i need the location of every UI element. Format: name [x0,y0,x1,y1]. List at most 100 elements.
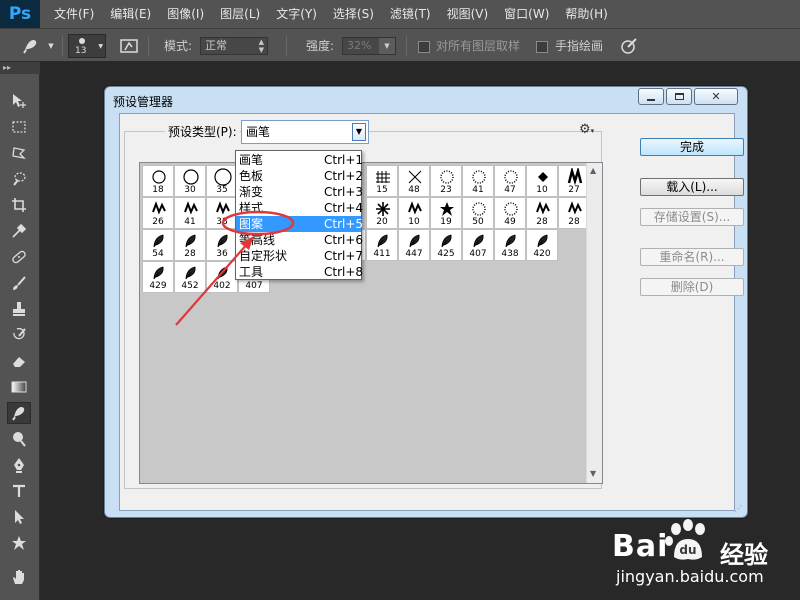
pen-tool-icon[interactable] [7,454,31,476]
move-tool-icon[interactable] [7,90,31,112]
scroll-down-icon[interactable]: ▼ [590,469,596,478]
strength-value: 32% [347,39,372,52]
chevron-down-icon[interactable]: ▼ [352,123,366,141]
smudge-tool-icon[interactable] [7,402,31,424]
menu-select[interactable]: 选择(S) [325,0,382,28]
mode-select[interactable]: 正常 ▲ ▼ [200,37,268,55]
preset-type-select[interactable]: 画笔 ▼ [241,120,369,144]
brush-size-label: 28 [184,249,196,259]
brush-preset-cell[interactable]: 47 [494,165,526,197]
brush-preset-cell[interactable]: 425 [430,229,462,261]
vertical-scrollbar[interactable]: ▲ ▼ [586,163,602,483]
strength-input[interactable]: 32% ▼ [342,37,396,55]
custom-shape-tool-icon[interactable] [7,532,31,554]
brush-tip-icon [152,201,166,215]
dodge-tool-icon[interactable] [7,428,31,450]
brush-preset-cell[interactable]: 48 [398,165,430,197]
eyedropper-tool-icon[interactable] [7,220,31,242]
brush-preset-cell[interactable]: 50 [462,197,494,229]
brush-preset-cell[interactable]: 28 [174,229,206,261]
brush-preset-cell[interactable]: 420 [526,229,558,261]
menu-file[interactable]: 文件(F) [46,0,102,28]
dropdown-item-gradients[interactable]: 渐变 Ctrl+3 [236,184,363,200]
maximize-button[interactable] [666,88,692,105]
brush-preset-cell[interactable]: 36 [206,229,238,261]
marquee-tool-icon[interactable] [7,116,31,138]
type-tool-icon[interactable] [7,480,31,502]
save-set-button[interactable]: 存储设置(S)... [640,208,744,226]
brush-preset-cell[interactable]: 38 [206,197,238,229]
brush-preset-cell[interactable]: 18 [142,165,174,197]
brush-preset-cell[interactable]: 20 [366,197,398,229]
brush-size-label: 429 [149,281,167,291]
brush-panel-icon[interactable] [118,37,140,55]
menu-window[interactable]: 窗口(W) [496,0,557,28]
minimize-button[interactable] [638,88,664,105]
brush-preset-cell[interactable]: 49 [494,197,526,229]
brush-preset-cell[interactable]: 402 [206,261,238,293]
brush-preset-cell[interactable]: 411 [366,229,398,261]
brush-preset-cell[interactable]: 41 [462,165,494,197]
history-brush-tool-icon[interactable] [7,324,31,346]
brush-preset-cell[interactable]: 28 [526,197,558,229]
delete-button[interactable]: 删除(D) [640,278,744,296]
dropdown-item-label: 色板 [239,169,264,183]
dropdown-item-custom-shapes[interactable]: 自定形状 Ctrl+7 [236,248,363,264]
brush-preset-cell[interactable]: 447 [398,229,430,261]
load-button[interactable]: 载入(L)... [640,178,744,196]
menu-type[interactable]: 文字(Y) [268,0,325,28]
brush-preset-cell[interactable]: 23 [430,165,462,197]
gear-icon[interactable]: ⚙▾ [579,122,599,138]
brush-preset-cell[interactable]: 429 [142,261,174,293]
menu-edit[interactable]: 编辑(E) [102,0,159,28]
dropdown-item-contours[interactable]: 等高线 Ctrl+6 [236,232,363,248]
hand-tool-icon[interactable] [7,566,31,588]
menu-view[interactable]: 视图(V) [439,0,497,28]
brush-preset-list[interactable]: 18 30 35 15 48 23 41 47 10 27 26 41 38 20 10 19 50 49 28 28… [139,162,603,484]
quick-select-tool-icon[interactable] [7,168,31,190]
done-button[interactable]: 完成 [640,138,744,156]
brush-preset-cell[interactable]: 54 [142,229,174,261]
brush-preset-cell[interactable]: 407 [462,229,494,261]
dropdown-item-styles[interactable]: 样式 Ctrl+4 [236,200,363,216]
menu-image[interactable]: 图像(I) [159,0,212,28]
dropdown-item-tools[interactable]: 工具 Ctrl+8 [236,264,363,280]
crop-tool-icon[interactable] [7,194,31,216]
menu-filter[interactable]: 滤镜(T) [382,0,439,28]
path-selection-tool-icon[interactable] [7,506,31,528]
smudge-tool-preset-icon[interactable] [18,36,44,56]
lasso-tool-icon[interactable] [7,142,31,164]
brush-size-picker[interactable]: 13 ▼ [68,34,106,58]
brush-preset-cell[interactable]: 10 [398,197,430,229]
menu-layer[interactable]: 图层(L) [212,0,268,28]
dropdown-item-brushes[interactable]: 画笔 Ctrl+1 [236,152,363,168]
gradient-tool-icon[interactable] [7,376,31,398]
brush-tip-icon [408,201,422,215]
healing-brush-tool-icon[interactable] [7,246,31,268]
resize-grip-icon[interactable]: ⋰ [734,504,744,514]
pressure-pen-icon[interactable] [618,36,640,56]
rename-button[interactable]: 重命名(R)... [640,248,744,266]
dropdown-item-swatches[interactable]: 色板 Ctrl+2 [236,168,363,184]
finger-painting-checkbox[interactable] [536,41,548,53]
brush-preset-cell[interactable]: 10 [526,165,558,197]
sample-all-layers-checkbox[interactable] [418,41,430,53]
brush-preset-cell[interactable]: 30 [174,165,206,197]
dropdown-item-patterns[interactable]: 图案 Ctrl+5 [236,216,363,232]
brush-preset-cell[interactable]: 438 [494,229,526,261]
brush-preset-cell[interactable]: 26 [142,197,174,229]
clone-stamp-tool-icon[interactable] [7,298,31,320]
collapse-arrows-icon[interactable]: ▸▸ [0,62,40,74]
brush-size-label: 23 [440,185,452,195]
eraser-tool-icon[interactable] [7,350,31,372]
close-button[interactable]: ✕ [694,88,738,105]
scroll-up-icon[interactable]: ▲ [590,166,596,175]
brush-preset-cell[interactable]: 19 [430,197,462,229]
brush-tool-icon[interactable] [7,272,31,294]
chevron-down-icon[interactable]: ▼ [46,41,56,51]
menu-help[interactable]: 帮助(H) [557,0,615,28]
brush-preset-cell[interactable]: 452 [174,261,206,293]
brush-preset-cell[interactable]: 41 [174,197,206,229]
brush-preset-cell[interactable]: 15 [366,165,398,197]
brush-preset-cell[interactable]: 35 [206,165,238,197]
